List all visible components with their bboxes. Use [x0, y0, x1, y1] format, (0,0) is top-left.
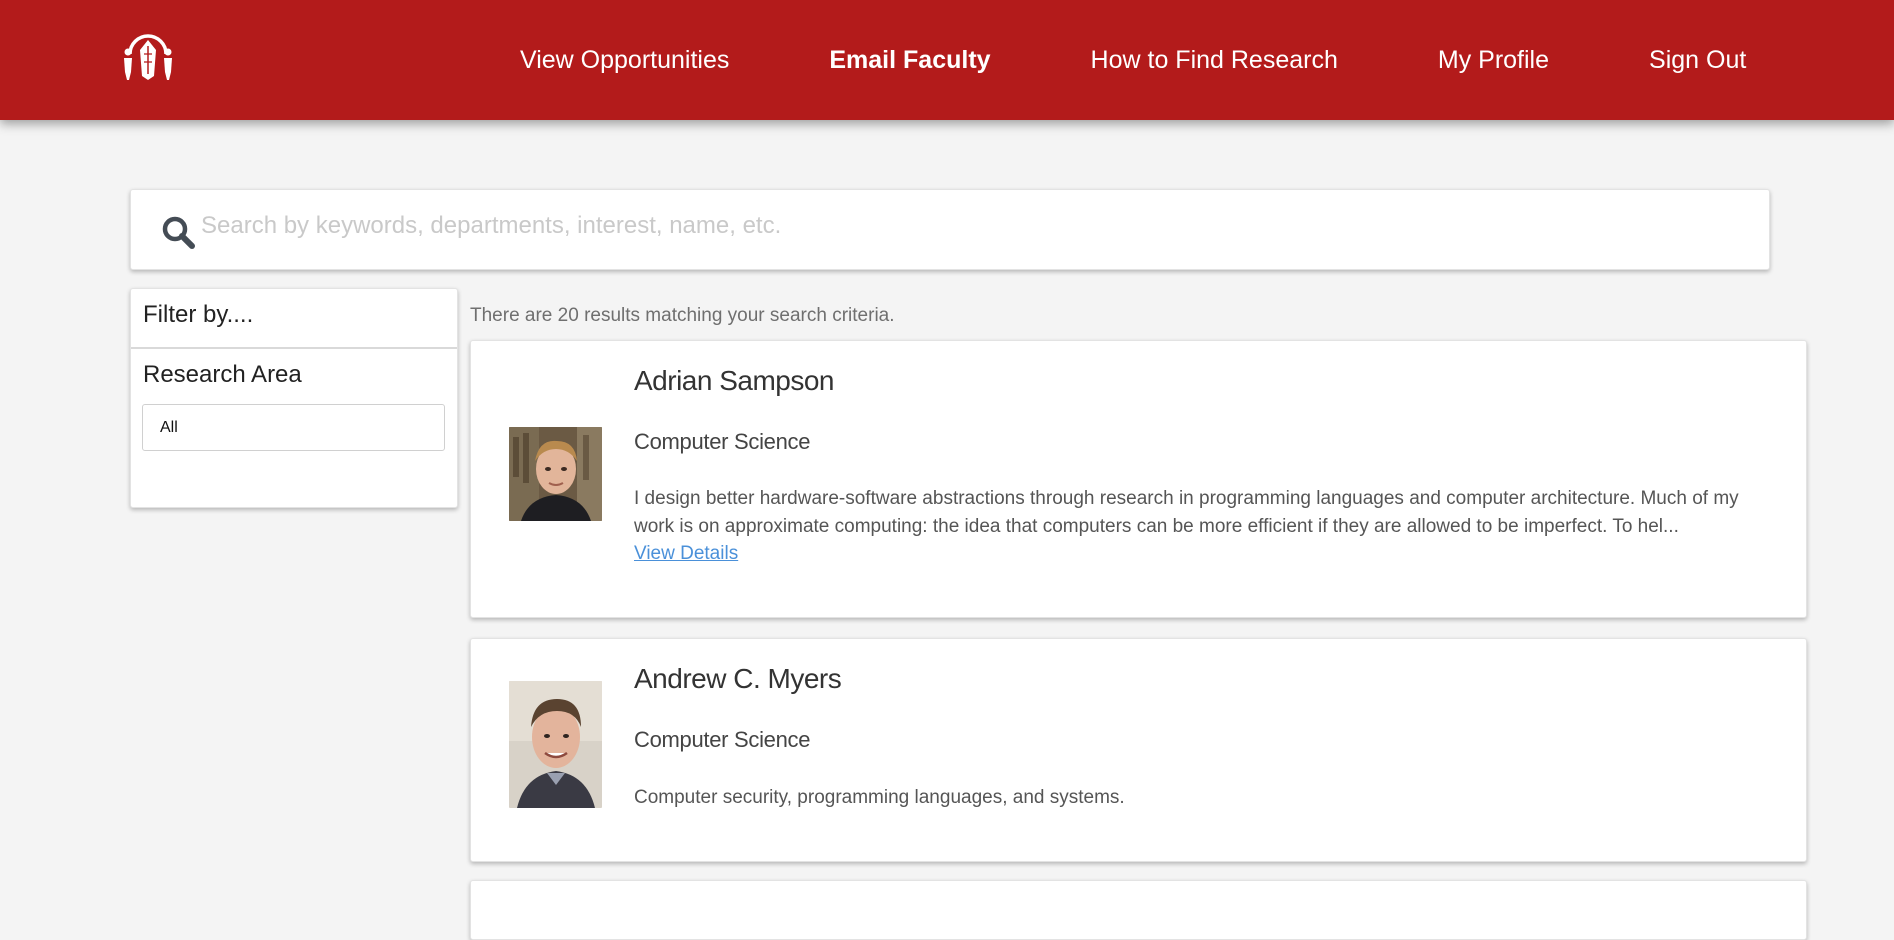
nav-my-profile[interactable]: My Profile	[1438, 46, 1549, 75]
result-card: Andrew C. Myers Computer Science Compute…	[470, 638, 1807, 862]
faculty-description: I design better hardware-software abstra…	[634, 488, 1739, 537]
result-card	[470, 880, 1807, 940]
search-input[interactable]	[199, 204, 1739, 248]
top-navbar: View Opportunities Email Faculty How to …	[0, 0, 1894, 120]
view-details-link[interactable]: View Details	[634, 543, 738, 565]
avatar[interactable]	[509, 427, 602, 521]
bear-seal-logo-icon[interactable]	[120, 28, 176, 82]
results-count: There are 20 results matching your searc…	[470, 305, 895, 326]
faculty-name: Adrian Sampson	[634, 365, 835, 396]
research-area-label: Research Area	[143, 361, 302, 388]
filter-header: Filter by....	[131, 289, 457, 349]
faculty-description: Computer security, programming languages…	[634, 787, 1125, 808]
nav-sign-out[interactable]: Sign Out	[1649, 46, 1746, 75]
avatar[interactable]	[509, 681, 602, 808]
nav-view-opportunities[interactable]: View Opportunities	[520, 46, 729, 75]
filter-panel: Filter by.... Research Area All	[130, 288, 458, 508]
faculty-name: Andrew C. Myers	[634, 663, 842, 694]
nav-how-to-find-research[interactable]: How to Find Research	[1091, 46, 1338, 75]
nav-email-faculty[interactable]: Email Faculty	[829, 46, 990, 75]
search-bar	[130, 189, 1770, 270]
nav-links: View Opportunities Email Faculty How to …	[520, 0, 1746, 120]
search-icon	[162, 216, 195, 249]
research-area-select[interactable]: All	[142, 404, 445, 451]
faculty-department: Computer Science	[634, 727, 811, 752]
faculty-department: Computer Science	[634, 429, 811, 454]
result-card: Adrian Sampson Computer Science I design…	[470, 340, 1807, 618]
